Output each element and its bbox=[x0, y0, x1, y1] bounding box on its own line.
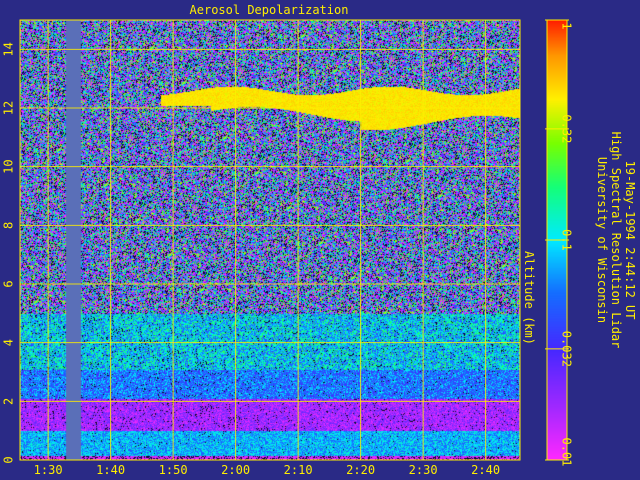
y-axis: 0 2 4 6 8 10 12 14 bbox=[2, 42, 16, 464]
y-tick-label: 12 bbox=[2, 101, 16, 115]
y-tick-label: 0 bbox=[2, 456, 16, 463]
colorbar-tick-label: 1 bbox=[560, 22, 574, 29]
x-tick-label: 2:10 bbox=[284, 463, 313, 477]
depolarization-heatmap bbox=[20, 20, 520, 460]
y-tick-label: 6 bbox=[2, 280, 16, 287]
y-tick-label: 8 bbox=[2, 222, 16, 229]
institution-label: University of Wisconsin bbox=[595, 157, 609, 323]
x-tick-label: 1:30 bbox=[34, 463, 63, 477]
y-tick-label: 10 bbox=[2, 159, 16, 173]
colorbar-tick-label: 0.32 bbox=[560, 114, 574, 143]
y-tick-label: 4 bbox=[2, 339, 16, 346]
y-axis-label: Altitude (km) bbox=[522, 251, 536, 345]
x-tick-label: 1:40 bbox=[96, 463, 125, 477]
chart-title: Aerosol Depolarization bbox=[190, 3, 349, 17]
x-tick-label: 2:40 bbox=[471, 463, 500, 477]
colorbar-tick-label: 0.032 bbox=[560, 331, 574, 367]
x-tick-label: 2:30 bbox=[409, 463, 438, 477]
plot-area bbox=[20, 20, 520, 460]
lidar-plot: Aerosol Depolarization 1:30 1:40 1:50 2:00 2… bbox=[0, 0, 640, 480]
y-tick-label: 2 bbox=[2, 398, 16, 405]
timestamp-label: 19-May-1994 2:44:12 UT bbox=[623, 161, 637, 320]
x-axis: 1:30 1:40 1:50 2:00 2:10 2:20 2:30 2:40 bbox=[34, 463, 500, 477]
x-tick-label: 2:00 bbox=[221, 463, 250, 477]
x-tick-label: 2:20 bbox=[346, 463, 375, 477]
x-tick-label: 1:50 bbox=[159, 463, 188, 477]
colorbar-tick-label: 0.01 bbox=[560, 438, 574, 467]
colorbar-tick-label: 0.1 bbox=[560, 229, 574, 251]
depolarization-chart: Aerosol Depolarization 1:30 1:40 1:50 2:00 2… bbox=[2, 3, 638, 477]
instrument-label: High Spectral Resolution Lidar bbox=[609, 132, 623, 349]
y-tick-label: 14 bbox=[2, 42, 16, 56]
